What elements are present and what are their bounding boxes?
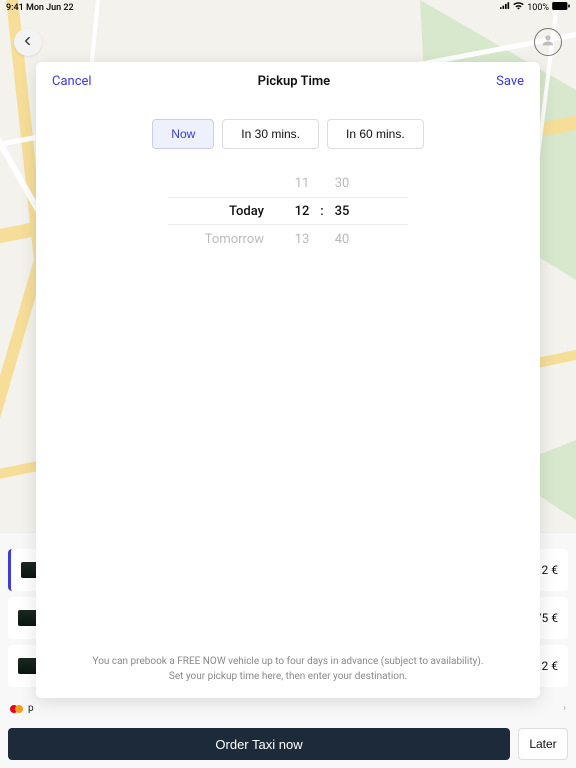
picker-minute: 30	[328, 176, 356, 191]
status-bar: 9:41 Mon Jun 22 100%	[0, 0, 576, 14]
quick-select-row: Now In 30 mins. In 60 mins.	[36, 119, 540, 149]
picker-minute: 40	[328, 232, 356, 247]
picker-day: Tomorrow	[168, 232, 288, 247]
status-time: 9:41 Mon Jun 22	[6, 3, 74, 13]
payment-label: p	[28, 703, 34, 714]
picker-row-selected[interactable]: Today 12 : 35	[168, 197, 408, 225]
battery-percent: 100%	[527, 3, 549, 13]
picker-hour: 12	[288, 204, 316, 219]
user-icon	[540, 32, 556, 52]
modal-title: Pickup Time	[258, 74, 331, 89]
picker-minute: 35	[328, 204, 356, 219]
modal-footer-text: You can prebook a FREE NOW vehicle up to…	[36, 654, 540, 698]
back-button[interactable]	[14, 28, 42, 56]
modal-footer-line1: You can prebook a FREE NOW vehicle up to…	[56, 654, 520, 669]
profile-button[interactable]	[534, 28, 562, 56]
picker-hour: 11	[288, 176, 316, 191]
chevron-right-icon: ›	[563, 703, 566, 714]
save-button[interactable]: Save	[496, 74, 524, 89]
later-button[interactable]: Later	[518, 728, 568, 760]
arrow-left-icon	[21, 33, 35, 52]
modal-header: Cancel Pickup Time Save	[36, 62, 540, 101]
picker-sep: :	[316, 204, 328, 219]
picker-row-next[interactable]: Tomorrow 13 40	[168, 225, 408, 253]
order-button[interactable]: Order Taxi now	[8, 728, 510, 760]
wifi-icon	[513, 2, 524, 13]
picker-hour: 13	[288, 232, 316, 247]
picker-row-prev[interactable]: 11 30	[168, 169, 408, 197]
payment-row[interactable]: p ›	[0, 703, 576, 720]
pickup-time-modal: Cancel Pickup Time Save Now In 30 mins. …	[36, 62, 540, 698]
quick-30-button[interactable]: In 30 mins.	[222, 119, 319, 149]
modal-footer-line2: Set your pickup time here, then enter yo…	[56, 669, 520, 684]
picker-day: Today	[168, 204, 288, 219]
battery-icon	[552, 2, 570, 13]
mastercard-icon	[10, 704, 24, 714]
cancel-button[interactable]: Cancel	[52, 74, 92, 89]
time-picker[interactable]: 11 30 Today 12 : 35 Tomorrow 13 40	[168, 169, 408, 253]
quick-now-button[interactable]: Now	[152, 119, 214, 149]
quick-60-button[interactable]: In 60 mins.	[327, 119, 424, 149]
signal-icon	[500, 2, 510, 13]
